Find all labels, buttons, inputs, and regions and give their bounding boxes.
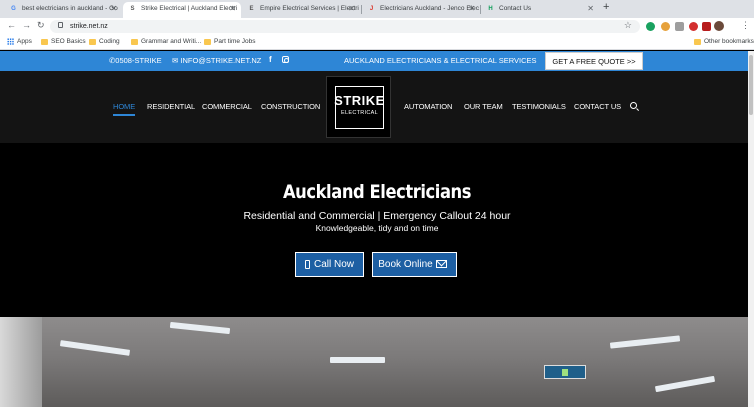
bookmark-label: Part time Jobs [214,38,256,45]
new-tab-icon[interactable]: + [603,1,609,13]
browser-tab[interactable]: E Empire Electrical Services | Electri ✕ [242,2,360,18]
top-email-link[interactable]: ✉ INFO@STRIKE.NET.NZ [172,56,261,65]
folder-icon [694,39,701,45]
scrollbar-thumb[interactable] [749,55,753,115]
browser-toolbar: ← → ↻ strike.net.nz ☆ ⋮ [0,18,754,35]
phone-text: 0508-STRIKE [115,56,162,65]
ceiling-light [330,357,385,363]
nav-automation[interactable]: AUTOMATION [404,102,452,111]
facebook-icon[interactable]: f [269,55,272,64]
top-phone-link[interactable]: ✆0508-STRIKE [109,56,162,65]
close-tab-icon[interactable]: ✕ [229,2,236,15]
reload-icon[interactable]: ↻ [37,20,45,31]
other-bookmarks[interactable]: Other bookmarks [694,37,754,47]
browser-tab[interactable]: J Electricians Auckland - Jenco Elec ✕ [362,2,480,18]
email-text: INFO@STRIKE.NET.NZ [180,56,262,65]
jenco-favicon-icon: J [369,6,374,12]
bookmarks-bar: Apps SEO Basics Coding Grammar and Writi… [0,35,754,50]
hero-subtitle: Residential and Commercial | Emergency C… [243,210,511,222]
browser-tab-active[interactable]: S Strike Electrical | Auckland Electri ✕ [123,2,241,18]
logo-subtext: ELECTRICAL [341,110,378,116]
bookmark-folder[interactable]: Part time Jobs [204,37,256,47]
nav-construction[interactable]: CONSTRUCTION [261,102,320,111]
top-tagline: AUCKLAND ELECTRICIANS & ELECTRICAL SERVI… [344,56,537,65]
bookmark-label: Coding [99,38,120,45]
book-online-label: Book Online [378,259,433,270]
exit-sign [544,365,586,379]
tab-title: Contact Us [499,5,532,12]
forward-arrow-icon[interactable]: → [22,20,31,30]
nav-our-team[interactable]: OUR TEAM [464,102,503,111]
hero-title: Auckland Electricians [282,181,472,203]
bookmark-folder[interactable]: Grammar and Writi... [131,37,201,47]
instagram-icon[interactable] [282,56,289,63]
contact-favicon-icon: H [488,6,493,12]
adblock-extension-icon[interactable] [689,22,698,31]
tab-title: best electricians in auckland - Go [22,5,118,12]
mobile-phone-icon [304,259,310,269]
envelope-icon [435,260,447,269]
grammarly-extension-icon[interactable] [646,22,655,31]
bookmark-label: Apps [17,38,32,45]
call-now-button[interactable]: Call Now [295,252,364,277]
folder-icon [131,39,138,45]
close-tab-icon[interactable]: ✕ [587,2,594,15]
folder-icon [204,39,211,45]
url-text: strike.net.nz [70,23,108,30]
tab-title: Electricians Auckland - Jenco Elec [380,5,479,12]
close-tab-icon[interactable]: ✕ [468,2,475,15]
nav-residential[interactable]: RESIDENTIAL [147,102,195,111]
book-online-button[interactable]: Book Online [372,252,457,277]
ceiling-light [609,335,681,349]
extension-icon[interactable] [661,22,670,31]
extension-icon[interactable] [675,22,684,31]
bookmark-label: Other bookmarks [704,38,754,45]
nav-commercial[interactable]: COMMERCIAL [202,102,252,111]
search-icon[interactable] [630,102,637,109]
logo-wordmark: STRIKE [334,93,385,108]
bookmark-label: SEO Basics [51,38,86,45]
strike-favicon-icon: S [130,6,135,12]
lock-icon [58,22,63,28]
profile-avatar[interactable] [714,21,724,31]
ceiling-light [59,340,131,356]
hero-background-photo [0,317,754,407]
close-tab-icon[interactable]: ✕ [110,2,117,15]
pdf-extension-icon[interactable] [702,22,711,31]
back-arrow-icon[interactable]: ← [7,20,16,30]
bookmark-apps[interactable]: Apps [7,37,32,47]
nav-home[interactable]: HOME [113,102,136,116]
site-navigation: HOME RESIDENTIAL COMMERCIAL CONSTRUCTION… [0,71,754,143]
browser-tab-strip: G best electricians in auckland - Go ✕ S… [0,0,754,18]
folder-icon [89,39,96,45]
bookmark-label: Grammar and Writi... [141,38,202,45]
call-now-label: Call Now [313,259,354,270]
strike-electrical-logo[interactable]: STRIKE ELECTRICAL [326,76,391,138]
get-quote-button[interactable]: GET A FREE QUOTE >> [545,52,643,70]
folder-icon [41,39,48,45]
apps-grid-icon [7,38,14,45]
bookmark-folder[interactable]: Coding [89,37,120,47]
site-top-bar: ✆0508-STRIKE ✉ INFO@STRIKE.NET.NZ f AUCK… [0,51,754,71]
address-bar[interactable]: strike.net.nz ☆ [50,20,640,33]
page-scrollbar[interactable] [748,51,754,407]
photo-pillar [0,317,42,407]
browser-tab[interactable]: H Contact Us ✕ [481,2,599,18]
hero-tagline: Knowledgeable, tidy and on time [315,223,439,233]
ceiling-light [654,375,716,393]
bookmark-folder[interactable]: SEO Basics [41,37,86,47]
bookmark-star-icon[interactable]: ☆ [624,20,632,31]
close-tab-icon[interactable]: ✕ [348,2,355,15]
tab-title: Empire Electrical Services | Electri [260,5,359,12]
browser-tab[interactable]: G best electricians in auckland - Go ✕ [4,2,122,18]
nav-testimonials[interactable]: TESTIMONIALS [512,102,566,111]
globe-favicon-icon: E [249,6,254,12]
nav-contact-us[interactable]: CONTACT US [574,102,621,111]
tab-title: Strike Electrical | Auckland Electri [141,5,238,12]
ceiling-light [169,321,231,335]
hero-section: Auckland Electricians Residential and Co… [0,143,754,317]
browser-menu-icon[interactable]: ⋮ [741,20,750,31]
google-favicon-icon: G [11,6,16,12]
